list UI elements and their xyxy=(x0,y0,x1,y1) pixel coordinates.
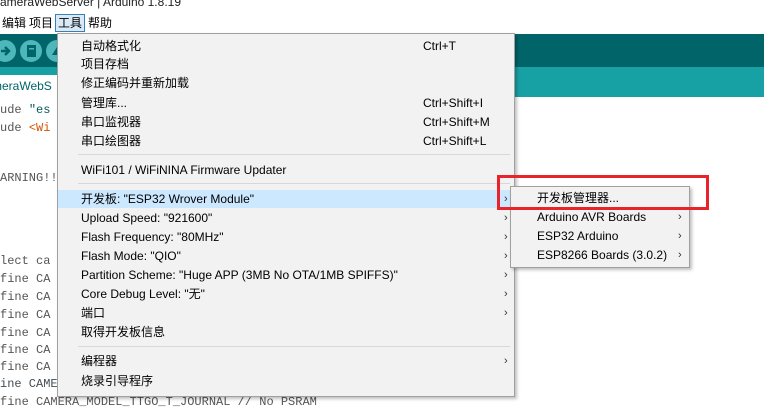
submenu-item-arduino-avr-boards[interactable]: Arduino AVR Boards › xyxy=(511,208,689,227)
upload-button[interactable] xyxy=(0,40,16,62)
chevron-right-icon: › xyxy=(504,231,508,243)
menu-bar: 编辑 项目 工具 帮助 xyxy=(0,13,764,33)
submenu-item-esp8266-boards[interactable]: ESP8266 Boards (3.0.2) › xyxy=(511,246,689,265)
menu-item-serial-plotter[interactable]: 串口绘图器 Ctrl+Shift+L xyxy=(58,132,514,150)
code-line: lect ca xyxy=(0,254,51,268)
chevron-right-icon: › xyxy=(504,307,508,319)
code-line: ude "es xyxy=(0,103,51,117)
tab-sketch-label: meraWebS xyxy=(0,79,52,93)
tab-sketch[interactable]: meraWebS xyxy=(0,75,58,97)
menu-item-core-debug-level[interactable]: Core Debug Level: "无" › xyxy=(58,285,514,303)
menu-item-serial-monitor[interactable]: 串口监视器 Ctrl+Shift+M xyxy=(58,113,514,131)
menu-sketch[interactable]: 项目 xyxy=(27,15,55,31)
code-line: ine CAME xyxy=(0,377,58,391)
menu-item-board[interactable]: 开发板: "ESP32 Wrover Module" › xyxy=(58,190,514,208)
chevron-right-icon: › xyxy=(678,249,682,261)
menu-item-firmware-updater[interactable]: WiFi101 / WiFiNINA Firmware Updater xyxy=(58,161,514,179)
chevron-right-icon: › xyxy=(504,212,508,224)
menu-item-port[interactable]: 端口 › xyxy=(58,304,514,322)
code-line: fine CAMERA_MODEL_TTGO_T_JOURNAL // No P… xyxy=(0,395,317,409)
window-title: ameraWebServer | Arduino 1.8.19 xyxy=(0,0,181,9)
code-line: fine CA xyxy=(0,343,51,357)
chevron-right-icon: › xyxy=(504,355,508,367)
code-line: fine CA xyxy=(0,272,51,286)
new-button[interactable] xyxy=(20,40,42,62)
menu-separator xyxy=(78,346,510,347)
code-line: fine CA xyxy=(0,326,51,340)
window-title-bar: ameraWebServer | Arduino 1.8.19 xyxy=(0,0,764,11)
menu-tools[interactable]: 工具 xyxy=(55,14,86,32)
chevron-right-icon: › xyxy=(504,288,508,300)
chevron-right-icon: › xyxy=(504,269,508,281)
menu-item-auto-format[interactable]: 自动格式化 Ctrl+T xyxy=(58,37,514,55)
menu-item-manage-libraries[interactable]: 管理库... Ctrl+Shift+I xyxy=(58,94,514,112)
code-line: fine CA xyxy=(0,290,51,304)
menu-item-board-info[interactable]: 取得开发板信息 xyxy=(58,323,514,341)
submenu-item-esp32-arduino[interactable]: ESP32 Arduino › xyxy=(511,227,689,246)
chevron-right-icon: › xyxy=(678,230,682,242)
menu-item-archive-sketch[interactable]: 项目存档 xyxy=(58,55,514,73)
menu-edit[interactable]: 编辑 xyxy=(0,15,28,31)
code-line: ARNING!! xyxy=(0,171,58,185)
menu-separator xyxy=(78,183,510,184)
menu-item-burn-bootloader[interactable]: 烧录引导程序 xyxy=(58,372,514,390)
chevron-right-icon: › xyxy=(678,211,682,223)
code-line: ude <Wi xyxy=(0,121,51,135)
code-line: fine CA xyxy=(0,308,51,322)
tools-menu: 自动格式化 Ctrl+T 项目存档 修正编码并重新加载 管理库... Ctrl+Sh… xyxy=(57,33,515,397)
menu-item-flash-mode[interactable]: Flash Mode: "QIO" › xyxy=(58,247,514,265)
new-file-icon xyxy=(27,45,36,57)
menu-item-upload-speed[interactable]: Upload Speed: "921600" › xyxy=(58,209,514,227)
arrow-right-icon xyxy=(1,46,11,56)
menu-separator xyxy=(78,154,510,155)
menu-item-fix-encoding[interactable]: 修正编码并重新加载 xyxy=(58,74,514,92)
menu-help[interactable]: 帮助 xyxy=(86,15,114,31)
menu-item-programmer[interactable]: 编程器 › xyxy=(58,352,514,370)
annotation-highlight-box xyxy=(497,175,709,210)
chevron-right-icon: › xyxy=(504,250,508,262)
menu-item-partition-scheme[interactable]: Partition Scheme: "Huge APP (3MB No OTA/… xyxy=(58,266,514,284)
menu-item-flash-frequency[interactable]: Flash Frequency: "80MHz" › xyxy=(58,228,514,246)
code-line: fine CA xyxy=(0,360,51,374)
